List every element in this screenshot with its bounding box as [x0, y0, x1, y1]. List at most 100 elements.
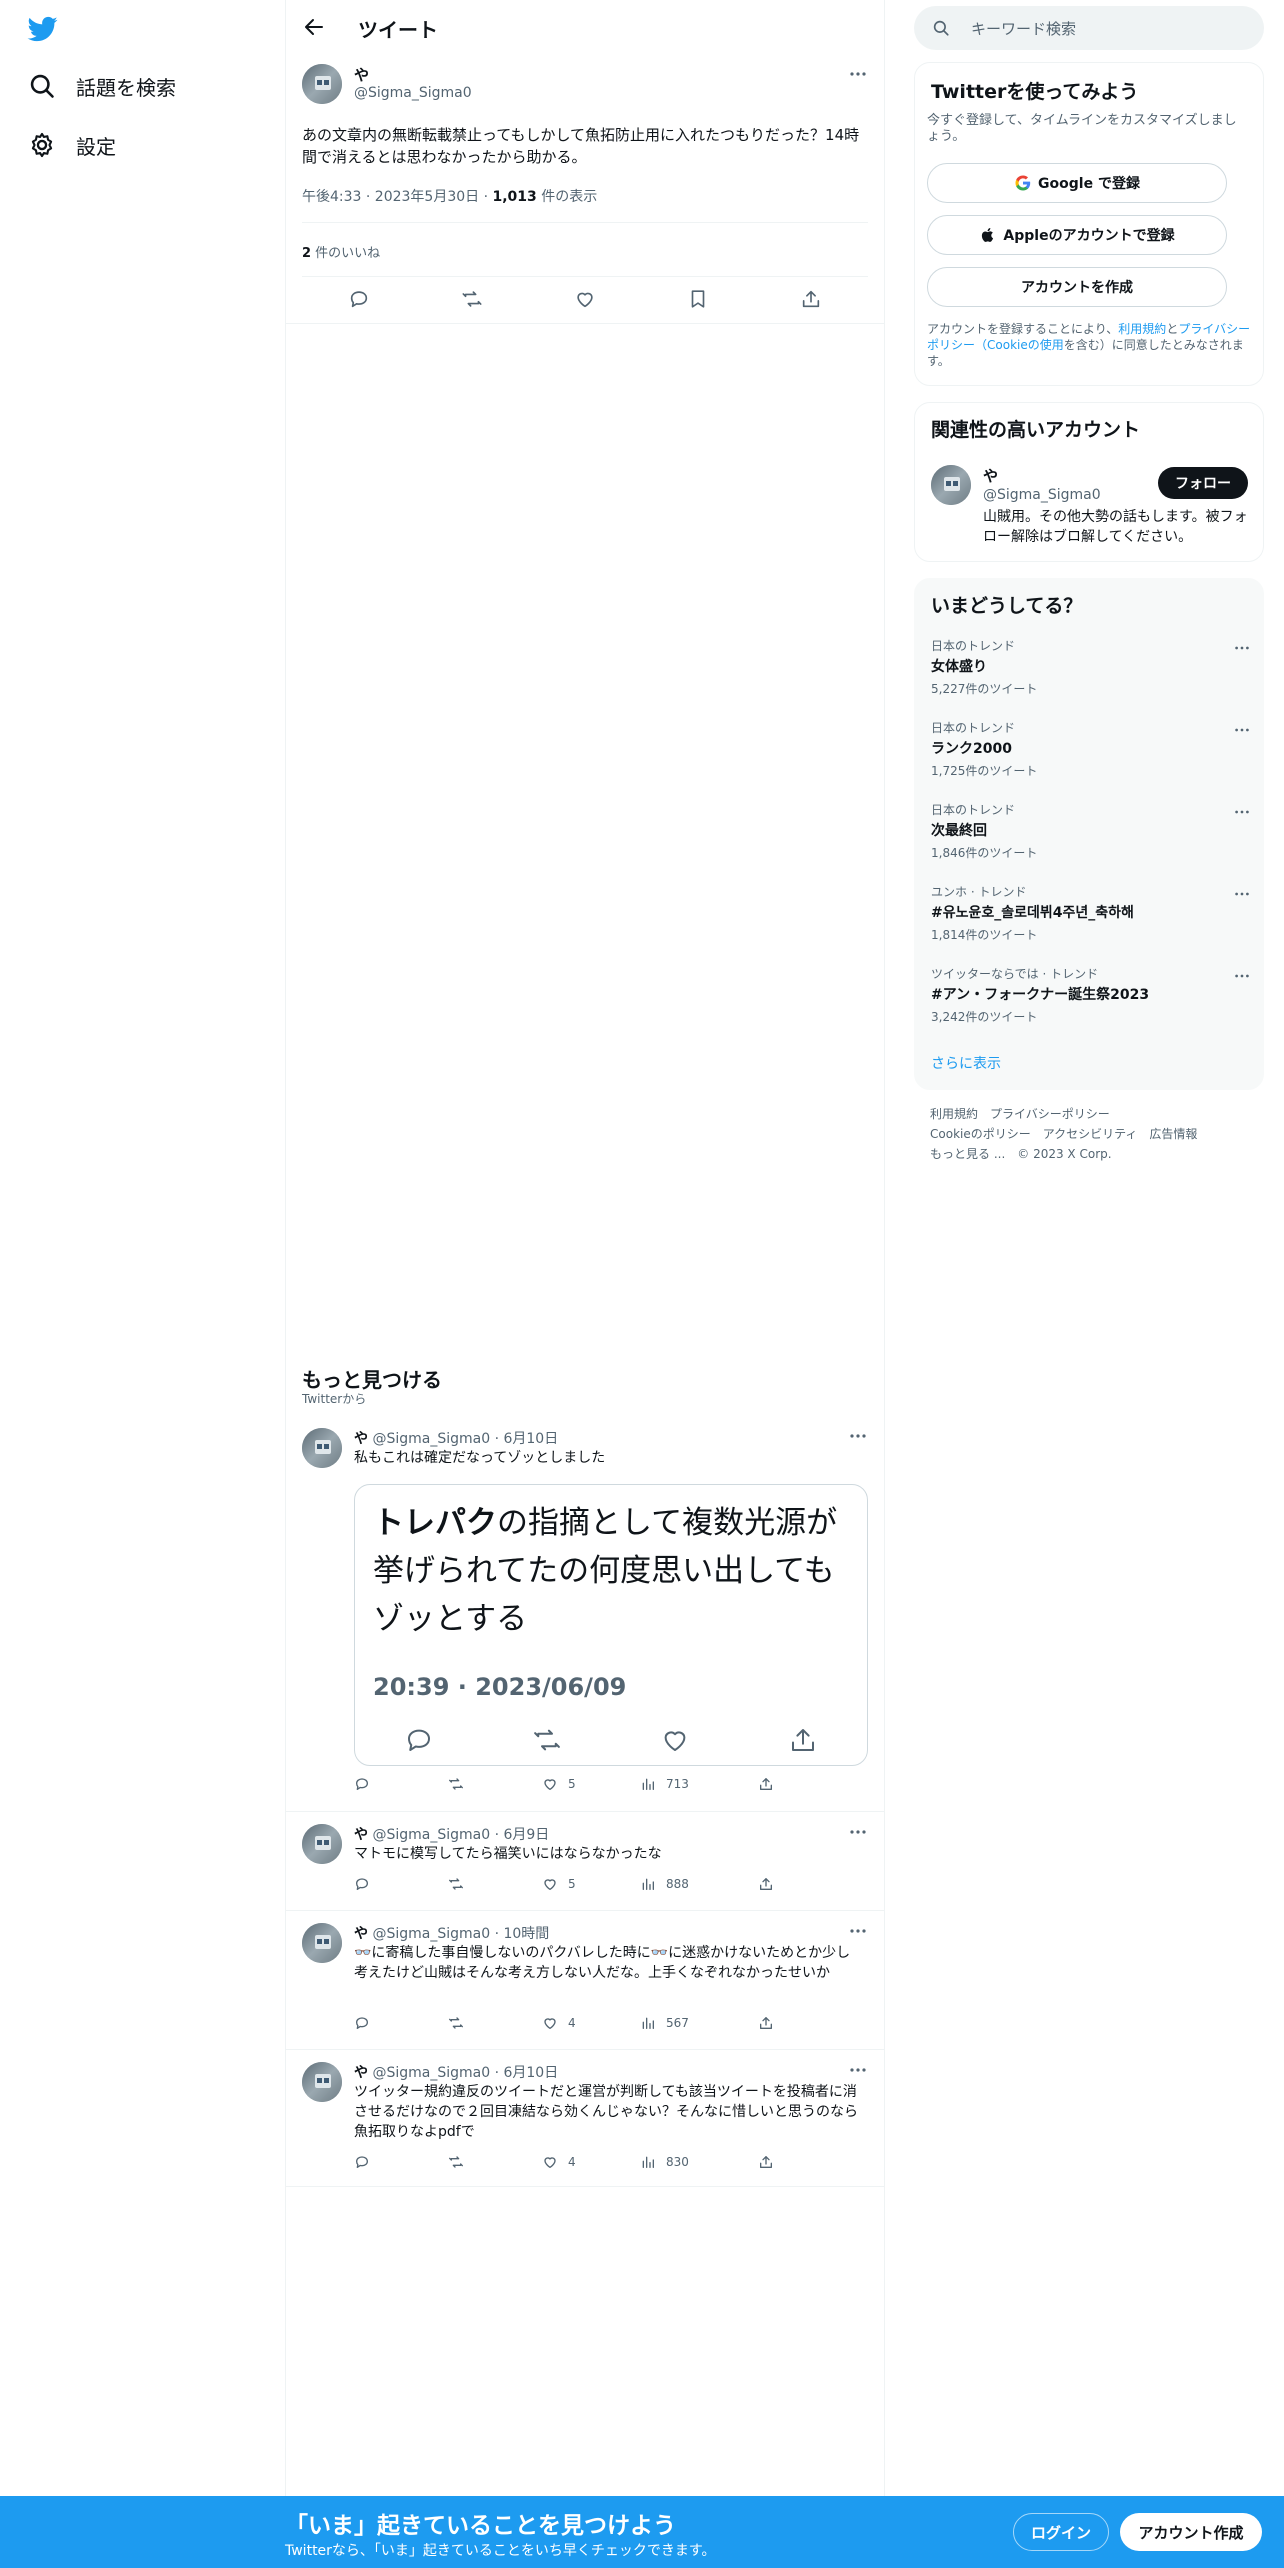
share-icon[interactable]	[800, 288, 822, 310]
share-icon	[792, 1729, 814, 1751]
more-options-icon[interactable]	[1233, 967, 1251, 985]
tweet-author-handle[interactable]: @Sigma_Sigma0	[354, 85, 472, 101]
like-button[interactable]: 4	[542, 2154, 576, 2170]
more-options-icon[interactable]	[1233, 803, 1251, 821]
tweet-author-handle[interactable]: @Sigma_Sigma0 · 6月10日	[372, 1431, 558, 1447]
login-button[interactable]: ログイン	[1013, 2513, 1109, 2551]
more-options-icon[interactable]	[848, 1921, 868, 1941]
tweet-author-name[interactable]: や	[354, 1926, 368, 1942]
search-icon	[28, 72, 56, 100]
likes-summary[interactable]: 2 件のいいね	[302, 242, 380, 261]
avatar[interactable]	[302, 1923, 342, 1963]
tweet-timestamp[interactable]: 午後4:33 · 2023年5月30日 ·	[302, 189, 493, 205]
share-button[interactable]	[758, 2015, 784, 2031]
views-count: 830	[666, 2155, 689, 2169]
list-item[interactable]: や @Sigma_Sigma0 · 6月9日 マトモに模写してたら福笑いにはなら…	[286, 1812, 884, 1911]
like-count: 4	[568, 2155, 576, 2169]
reply-button[interactable]	[354, 2015, 380, 2031]
reply-button[interactable]	[354, 1876, 380, 1892]
more-options-icon[interactable]	[848, 1822, 868, 1842]
tweet-header: や @Sigma_Sigma0 · 6月9日	[354, 1824, 549, 1844]
trends-card: いまどうしてる？ 日本のトレンド 女体盛り 5,227件のツイート 日本のトレン…	[914, 578, 1264, 1090]
share-button[interactable]	[758, 1776, 784, 1792]
avatar[interactable]	[302, 2062, 342, 2102]
footer-cookie-link[interactable]: Cookieのポリシー	[930, 1127, 1031, 1141]
avatar[interactable]	[302, 1428, 342, 1468]
more-options-icon[interactable]	[1233, 721, 1251, 739]
share-button[interactable]	[758, 2154, 784, 2170]
more-options-icon[interactable]	[1233, 639, 1251, 657]
footer-terms-link[interactable]: 利用規約	[930, 1107, 978, 1121]
retweet-button[interactable]	[448, 1876, 474, 1892]
retweet-icon	[449, 2017, 463, 2029]
apple-signup-button[interactable]: Appleのアカウントで登録	[927, 215, 1227, 255]
retweet-button[interactable]	[448, 2015, 474, 2031]
tweet-author-handle[interactable]: @Sigma_Sigma0 · 6月10日	[372, 2065, 558, 2081]
retweet-button[interactable]	[448, 1776, 474, 1792]
google-signup-button[interactable]: Google で登録	[927, 163, 1227, 203]
bookmark-icon[interactable]	[687, 288, 709, 310]
retweet-icon[interactable]	[461, 288, 483, 310]
views-icon	[642, 1878, 654, 1890]
views-button[interactable]: 830	[640, 2154, 689, 2170]
views-button[interactable]: 567	[640, 2015, 689, 2031]
related-account-name[interactable]: や	[983, 465, 998, 486]
like-button[interactable]: 5	[542, 1776, 576, 1792]
footer-accessibility-link[interactable]: アクセシビリティ	[1043, 1127, 1138, 1141]
trend-item[interactable]: 日本のトレンド ランク2000 1,725件のツイート	[931, 719, 1251, 779]
signup-button[interactable]: アカウント作成	[1120, 2513, 1262, 2551]
tweet-author-name[interactable]: や	[354, 1431, 368, 1447]
views-icon	[642, 2017, 654, 2029]
back-arrow-icon[interactable]	[302, 15, 326, 39]
terms-link[interactable]: 利用規約	[1118, 322, 1166, 336]
trend-item[interactable]: ユンホ · トレンド #유노윤호_솔로데뷔4주년_축하해 1,814件のツイート	[931, 883, 1251, 943]
like-icon[interactable]	[574, 288, 596, 310]
more-options-icon[interactable]	[1233, 885, 1251, 903]
footer-ads-link[interactable]: 広告情報	[1149, 1127, 1197, 1141]
views-button[interactable]: 713	[640, 1776, 689, 1792]
avatar[interactable]	[302, 1824, 342, 1864]
nav-explore[interactable]: 話題を検索	[28, 66, 176, 106]
apple-signup-label: Appleのアカウントで登録	[1003, 228, 1175, 244]
follow-button[interactable]: フォロー	[1158, 467, 1248, 499]
more-options-icon[interactable]	[848, 1426, 868, 1446]
share-button[interactable]	[758, 1876, 784, 1892]
nav-settings[interactable]: 設定	[28, 125, 116, 165]
create-account-button[interactable]: アカウントを作成	[927, 267, 1227, 307]
footer-privacy-link[interactable]: プライバシーポリシー	[990, 1107, 1110, 1121]
like-button[interactable]: 4	[542, 2015, 576, 2031]
more-options-icon[interactable]	[848, 64, 868, 84]
retweet-button[interactable]	[448, 2154, 474, 2170]
embedded-image-card[interactable]: トレパクの指摘として複数光源が挙げられてたの何度思い出してもゾッとする 20:3…	[354, 1484, 868, 1766]
list-item[interactable]: や @Sigma_Sigma0 · 6月10日 私もこれは確定だなってゾッとしま…	[286, 1412, 884, 1812]
avatar[interactable]	[302, 64, 342, 104]
search-input[interactable]: キーワード検索	[914, 6, 1264, 50]
nav-settings-label: 設定	[76, 134, 116, 159]
views-button[interactable]: 888	[640, 1876, 689, 1892]
reply-button[interactable]	[354, 1776, 380, 1792]
avatar[interactable]	[931, 465, 971, 505]
related-account-handle[interactable]: @Sigma_Sigma0	[983, 487, 1101, 503]
tweet-author-handle[interactable]: @Sigma_Sigma0 · 10時間	[372, 1926, 549, 1942]
list-item[interactable]: や @Sigma_Sigma0 · 10時間 👓に寄稿した事自慢しないのパクバレ…	[286, 1911, 884, 2050]
divider	[302, 222, 868, 223]
list-item[interactable]: や @Sigma_Sigma0 · 6月10日 ツイッター規約違反のツイートだと…	[286, 2050, 884, 2187]
views-count: 567	[666, 2016, 689, 2030]
trend-context: 日本のトレンド	[931, 639, 1016, 653]
tweet-author-name[interactable]: や	[354, 1827, 368, 1843]
trend-item[interactable]: 日本のトレンド 次最終回 1,846件のツイート	[931, 801, 1251, 861]
tweet-author-handle[interactable]: @Sigma_Sigma0 · 6月9日	[372, 1827, 549, 1843]
reply-icon[interactable]	[348, 288, 370, 310]
twitter-bird-icon[interactable]	[26, 14, 60, 44]
likes-label: 件のいいね	[311, 246, 381, 261]
more-options-icon[interactable]	[848, 2060, 868, 2080]
footer-more-link[interactable]: もっと見る ...	[930, 1147, 1005, 1161]
show-more-link[interactable]: さらに表示	[931, 1053, 1001, 1073]
trend-item[interactable]: 日本のトレンド 女体盛り 5,227件のツイート	[931, 637, 1251, 697]
likes-count: 2	[302, 246, 312, 261]
tweet-author-name[interactable]: や	[354, 2065, 368, 2081]
reply-button[interactable]	[354, 2154, 380, 2170]
tweet-author-name[interactable]: や	[354, 64, 369, 85]
like-button[interactable]: 5	[542, 1876, 576, 1892]
trend-item[interactable]: ツイッターならでは · トレンド #アン・フォークナー誕生祭2023 3,242…	[931, 965, 1251, 1025]
